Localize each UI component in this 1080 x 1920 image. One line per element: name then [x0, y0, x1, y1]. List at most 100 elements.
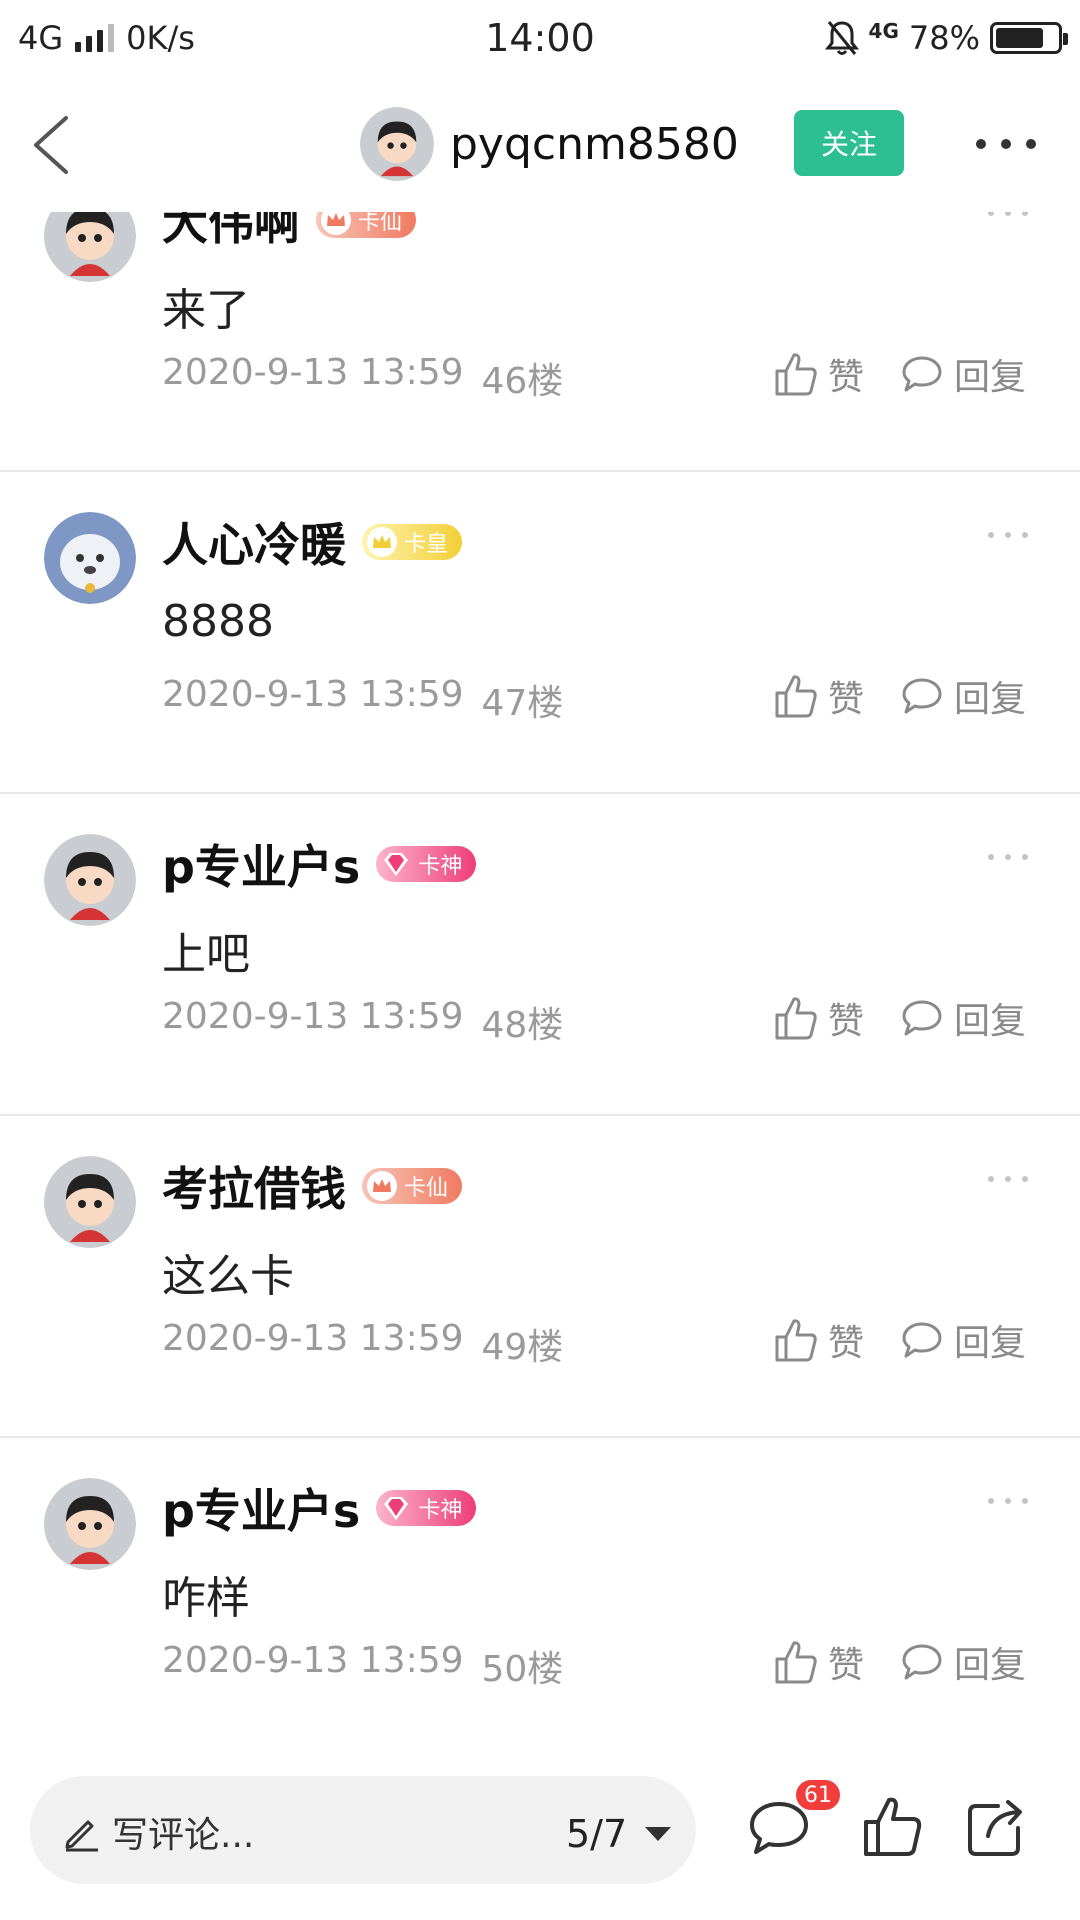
comment-time: 2020-9-13 13:59: [162, 996, 464, 1037]
thumbs-up-icon[interactable]: [858, 1792, 928, 1862]
thumbs-up-icon: [775, 353, 817, 396]
reply-button[interactable]: 回复: [900, 992, 1026, 1044]
avatar[interactable]: [44, 1478, 136, 1570]
reply-button[interactable]: 回复: [900, 1636, 1026, 1688]
like-button[interactable]: 赞: [774, 348, 864, 400]
page-number[interactable]: 5/7: [566, 1812, 627, 1856]
crown-icon: [321, 212, 351, 235]
comment-header: p专业户s 卡神: [162, 831, 477, 897]
comment-more-button[interactable]: [988, 212, 1028, 218]
battery-percent: 78%: [908, 19, 980, 57]
badge-label: 卡仙: [358, 212, 403, 235]
badge-label: 卡神: [418, 854, 463, 879]
comment-username[interactable]: p专业户s: [162, 831, 360, 897]
like-button[interactable]: 赞: [774, 992, 864, 1044]
more-dot: [976, 139, 986, 149]
comment-text: 这么卡: [162, 1251, 294, 1302]
follow-button[interactable]: 关注: [794, 110, 904, 176]
reply-button[interactable]: 回复: [900, 670, 1026, 722]
thumbs-up-icon: [775, 675, 817, 718]
comment-floor: 46楼: [481, 361, 564, 402]
battery-icon: [990, 22, 1068, 54]
level-badge: 卡皇: [362, 524, 463, 560]
comment-input[interactable]: 写评论... 5/7: [30, 1776, 696, 1884]
author-info[interactable]: pyqcnm8580: [360, 104, 739, 184]
comment-header: 考拉借钱 卡仙: [162, 1153, 463, 1219]
pen-icon: [65, 1820, 98, 1852]
avatar[interactable]: [44, 512, 136, 604]
author-username[interactable]: pyqcnm8580: [450, 119, 739, 170]
share-icon[interactable]: [962, 1792, 1032, 1862]
like-label: 赞: [828, 679, 865, 720]
comment-item: 大伟啊 卡仙 来了 2020-9-13 13:59 46楼 赞 回复: [0, 212, 1080, 472]
comment-more-button[interactable]: [988, 1498, 1028, 1506]
badge-label: 卡神: [418, 1498, 463, 1523]
avatar[interactable]: [44, 212, 136, 282]
comment-item: 考拉借钱 卡仙 这么卡 2020-9-13 13:59 49楼 赞 回复: [0, 1118, 1080, 1438]
page-selector[interactable]: 5/7: [566, 1812, 672, 1856]
speech-bubble-icon: [902, 356, 942, 392]
avatar[interactable]: [44, 1156, 136, 1248]
level-badge: 卡神: [376, 846, 477, 882]
reply-button[interactable]: 回复: [900, 348, 1026, 400]
comment-input-placeholder[interactable]: 写评论...: [112, 1806, 254, 1858]
comment-more-button[interactable]: [988, 532, 1028, 540]
comment-time: 2020-9-13 13:59: [162, 674, 464, 715]
level-badge: 卡神: [376, 1490, 477, 1526]
caret-down-icon: [645, 1827, 672, 1841]
comment-header: 人心冷暖 卡皇: [162, 509, 463, 575]
like-label: 赞: [828, 357, 865, 398]
like-button[interactable]: 赞: [774, 1636, 864, 1688]
network-4g-label: 4G: [868, 19, 899, 43]
comment-more-button[interactable]: [988, 854, 1028, 862]
comment-time: 2020-9-13 13:59: [162, 352, 464, 393]
level-badge: 卡仙: [362, 1168, 463, 1204]
avatar[interactable]: [360, 107, 434, 181]
comment-count-badge: 61: [794, 1778, 842, 1812]
comment-text: 8888: [162, 596, 274, 647]
comment-username[interactable]: 人心冷暖: [162, 509, 346, 575]
comment-text: 来了: [162, 285, 250, 336]
reply-button[interactable]: 回复: [900, 1314, 1026, 1366]
speech-bubble-icon: [902, 1644, 942, 1680]
comment-text: 上吧: [162, 929, 250, 980]
like-label: 赞: [828, 1645, 865, 1686]
status-right: 4G 78%: [824, 16, 1068, 60]
comment-item: p专业户s 卡神 上吧 2020-9-13 13:59 48楼 赞 回复: [0, 796, 1080, 1116]
like-button[interactable]: 赞: [774, 1314, 864, 1366]
comment-floor: 50楼: [481, 1649, 564, 1690]
comment-item: 人心冷暖 卡皇 8888 2020-9-13 13:59 47楼 赞 回复: [0, 474, 1080, 794]
more-dot: [1001, 139, 1011, 149]
comment-meta: 2020-9-13 13:59 50楼: [162, 1640, 563, 1692]
crown-icon: [367, 1171, 397, 1201]
comment-username[interactable]: p专业户s: [162, 1475, 360, 1541]
reply-label: 回复: [954, 1645, 1027, 1686]
comment-list[interactable]: 大伟啊 卡仙 来了 2020-9-13 13:59 46楼 赞 回复 人心冷暖: [0, 212, 1080, 1752]
thumbs-up-icon: [775, 1319, 817, 1362]
back-button[interactable]: [24, 110, 84, 180]
comment-item: p专业户s 卡神 咋样 2020-9-13 13:59 50楼 赞 回复: [0, 1440, 1080, 1752]
comment-username[interactable]: 考拉借钱: [162, 1153, 346, 1219]
reply-label: 回复: [954, 679, 1027, 720]
reply-label: 回复: [954, 1001, 1027, 1042]
avatar[interactable]: [44, 834, 136, 926]
comment-meta: 2020-9-13 13:59 46楼: [162, 352, 563, 404]
thumbs-up-icon: [775, 997, 817, 1040]
bottom-bar: 写评论... 5/7 61: [0, 1752, 1080, 1920]
comment-meta: 2020-9-13 13:59 47楼: [162, 674, 563, 726]
level-badge: 卡仙: [316, 212, 417, 238]
comment-floor: 49楼: [481, 1327, 564, 1368]
badge-label: 卡仙: [404, 1176, 449, 1201]
like-label: 赞: [828, 1001, 865, 1042]
like-button[interactable]: 赞: [774, 670, 864, 722]
back-arrow-icon: [34, 116, 68, 174]
comment-meta: 2020-9-13 13:59 49楼: [162, 1318, 563, 1370]
comment-more-button[interactable]: [988, 1176, 1028, 1184]
more-options-button[interactable]: [976, 124, 1036, 164]
comment-header: 大伟啊 卡仙: [162, 212, 417, 253]
speech-bubble-icon: [902, 1322, 942, 1358]
like-label: 赞: [828, 1323, 865, 1364]
comment-floor: 47楼: [481, 683, 564, 724]
status-bar: 4G 0K/s 14:00 4G 78%: [0, 0, 1080, 76]
comment-username[interactable]: 大伟啊: [162, 212, 300, 253]
